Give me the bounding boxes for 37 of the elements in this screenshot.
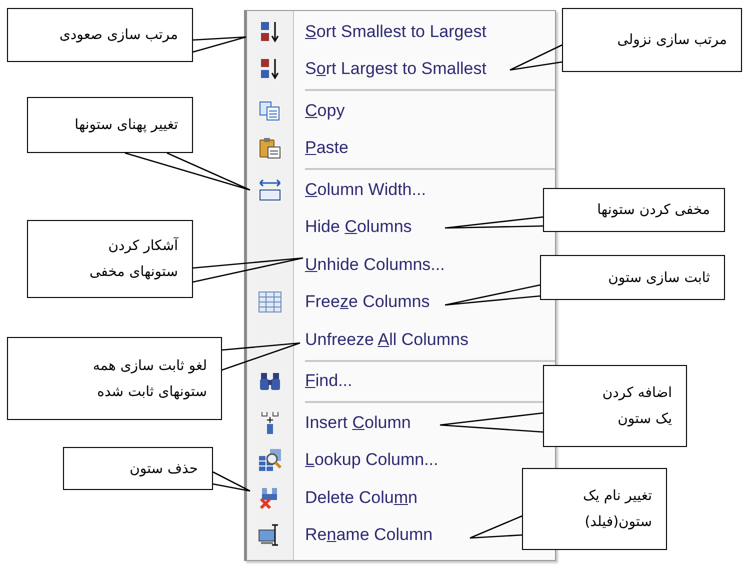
callout-text: حذف ستون	[130, 460, 198, 476]
menu-item[interactable]: Sort Largest to Smallest	[305, 59, 486, 80]
callout-text: ستونهای ثابت شده	[97, 384, 207, 400]
insert-column-icon	[260, 410, 280, 435]
callout-text: یک ستون	[618, 411, 672, 427]
menu-item[interactable]: Rename Column	[305, 525, 433, 546]
menu-item[interactable]: Insert Column	[305, 412, 411, 433]
menu-item[interactable]: Unhide Columns...	[305, 254, 445, 275]
menu-item[interactable]: Column Width...	[305, 180, 426, 200]
menu-item[interactable]: Paste	[305, 138, 348, 158]
menu-item[interactable]: Find...	[305, 371, 352, 392]
lookup-column-icon	[258, 448, 282, 472]
binoculars-icon	[259, 371, 281, 392]
callout-text: تغییر نام یک	[583, 488, 652, 504]
menu-item[interactable]: Unfreeze All Columns	[305, 330, 468, 350]
callout-text: مرتب سازی صعودی	[59, 27, 178, 43]
copy-icon	[259, 100, 281, 121]
callout-text: لغو ثابت سازی همه	[92, 358, 207, 374]
callout-text: تغییر پهنای ستونها	[74, 117, 178, 133]
menu-item[interactable]: Hide Columns	[305, 217, 412, 238]
menu-item[interactable]: Copy	[305, 100, 345, 121]
menu-item[interactable]: Sort Smallest to Largest	[305, 22, 486, 42]
callout-text: ستونهای مخفی	[90, 264, 178, 280]
sort-descending-icon	[259, 57, 281, 82]
menu-item[interactable]: Lookup Column...	[305, 450, 438, 470]
menu-item[interactable]: Delete Column	[305, 488, 418, 508]
callout-text: ثابت سازی ستون	[608, 270, 710, 286]
column-width-icon	[258, 178, 282, 201]
paste-icon	[259, 137, 281, 160]
callout-text: آشکار کردن	[108, 238, 178, 254]
table-grid-icon	[258, 291, 282, 314]
callout-text: اضافه کردن	[602, 385, 672, 401]
callout-text: مرتب سازی نزولی	[617, 32, 727, 48]
menu-item[interactable]: Freeze Columns	[305, 292, 430, 312]
sort-ascending-icon	[259, 20, 281, 44]
callout-text: مخفی کردن ستونها	[597, 202, 710, 218]
callout-text: ستون(فیلد)	[584, 514, 652, 530]
